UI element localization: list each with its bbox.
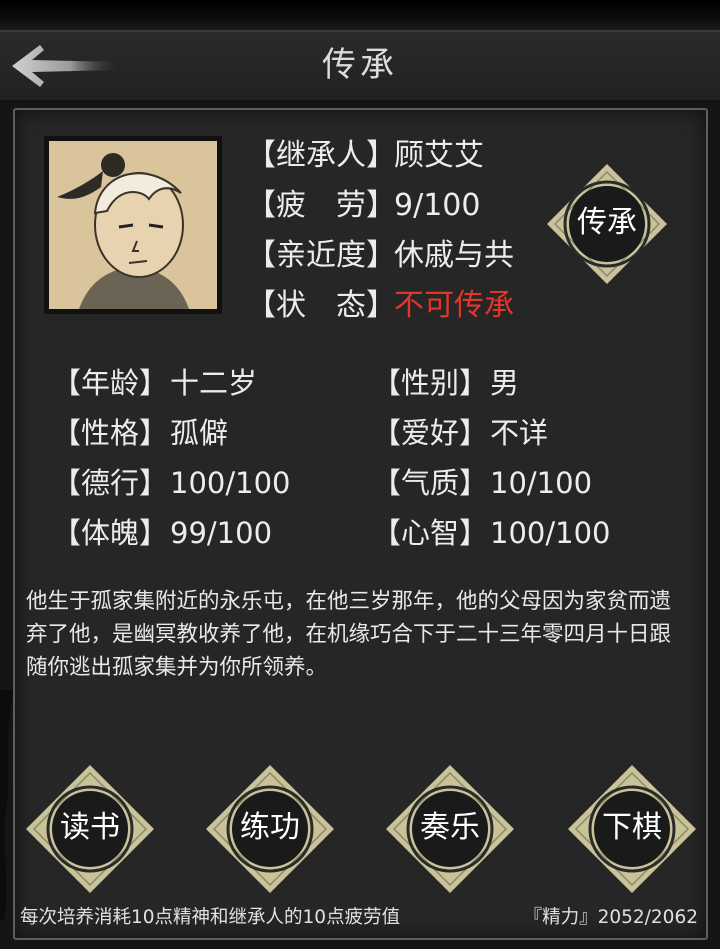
virtue-value: 100/100 bbox=[170, 466, 291, 500]
heir-description: 他生于孤家集附近的永乐屯，在他三岁那年，他的父母因为家贫而遗弃了他，是幽冥教收养… bbox=[26, 589, 672, 680]
wisdom-label: 【心智】 bbox=[372, 516, 489, 550]
personality-label: 【性格】 bbox=[52, 416, 169, 450]
closeness-row: 【亲近度】休戚与共 bbox=[246, 230, 514, 274]
back-arrow-icon bbox=[12, 45, 118, 87]
personality-row: 【性格】孤僻 bbox=[52, 410, 228, 452]
physique-row: 【体魄】99/100 bbox=[52, 510, 272, 552]
action-button-music[interactable]: 奏乐 bbox=[384, 763, 516, 895]
energy-counter: 『精力』2052/2062 bbox=[523, 907, 698, 928]
header-bar: 传承 bbox=[0, 30, 720, 103]
age-value: 十二岁 bbox=[170, 366, 258, 400]
status-bar bbox=[0, 0, 720, 30]
gender-value: 男 bbox=[490, 366, 520, 400]
status-value: 不可传承 bbox=[394, 288, 514, 323]
status-label: 【状 态】 bbox=[246, 288, 396, 323]
wisdom-value: 100/100 bbox=[490, 516, 611, 550]
virtue-label: 【德行】 bbox=[52, 466, 169, 500]
action-button-chess[interactable]: 下棋 bbox=[566, 763, 698, 895]
physique-value: 99/100 bbox=[170, 516, 273, 550]
heir-name-row: 【继承人】顾艾艾 bbox=[246, 130, 484, 174]
personality-value: 孤僻 bbox=[170, 416, 229, 450]
back-button[interactable] bbox=[10, 42, 120, 90]
fatigue-row: 【疲 劳】9/100 bbox=[246, 180, 480, 224]
inherit-button[interactable]: 传承 bbox=[545, 162, 669, 286]
action-button-read[interactable]: 读书 bbox=[24, 763, 156, 895]
temperament-row: 【气质】10/100 bbox=[372, 460, 592, 502]
heir-portrait bbox=[49, 141, 217, 309]
heir-portrait-frame bbox=[44, 136, 222, 314]
closeness-value: 休戚与共 bbox=[394, 238, 514, 273]
gender-row: 【性别】男 bbox=[372, 360, 519, 402]
fatigue-label: 【疲 劳】 bbox=[246, 188, 396, 223]
hobby-label: 【爱好】 bbox=[372, 416, 489, 450]
fatigue-value: 9/100 bbox=[394, 188, 481, 223]
temperament-label: 【气质】 bbox=[372, 466, 489, 500]
cost-hint: 每次培养消耗10点精神和继承人的10点疲劳值 bbox=[20, 907, 401, 928]
heir-name: 顾艾艾 bbox=[394, 138, 484, 173]
age-label: 【年龄】 bbox=[52, 366, 169, 400]
closeness-label: 【亲近度】 bbox=[246, 238, 396, 273]
age-row: 【年龄】十二岁 bbox=[52, 360, 257, 402]
hobby-value: 不详 bbox=[490, 416, 549, 450]
action-button-practice[interactable]: 练功 bbox=[204, 763, 336, 895]
status-row: 【状 态】不可传承 bbox=[246, 280, 514, 324]
virtue-row: 【德行】100/100 bbox=[52, 460, 290, 502]
gender-label: 【性别】 bbox=[372, 366, 489, 400]
heir-label: 【继承人】 bbox=[246, 138, 396, 173]
hobby-row: 【爱好】不详 bbox=[372, 410, 548, 452]
physique-label: 【体魄】 bbox=[52, 516, 169, 550]
temperament-value: 10/100 bbox=[490, 466, 593, 500]
wisdom-row: 【心智】100/100 bbox=[372, 510, 610, 552]
